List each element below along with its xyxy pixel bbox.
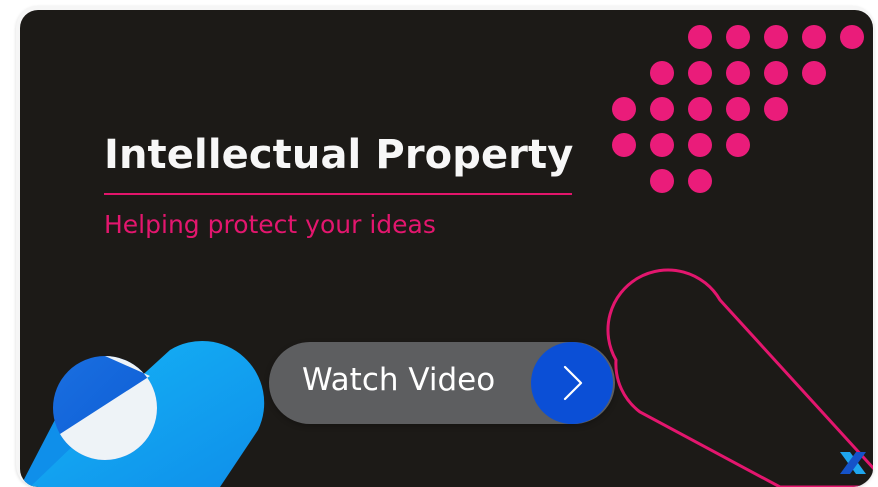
video-subtitle: Helping protect your ideas: [104, 210, 436, 239]
video-title: Intellectual Property: [104, 132, 574, 178]
video-thumbnail[interactable]: Intellectual Property Helping protect yo…: [20, 10, 873, 487]
watch-video-label: Watch Video: [302, 362, 496, 398]
watch-video-button[interactable]: Watch Video: [269, 342, 615, 424]
video-card[interactable]: Intellectual Property Helping protect yo…: [16, 6, 874, 487]
pink-dot-grid: [612, 25, 864, 193]
blue-capsule-shape: [20, 340, 265, 487]
pink-outline-ring: [606, 268, 873, 487]
title-underline: [104, 193, 572, 195]
brand-x-logo-icon: [840, 452, 866, 474]
chevron-right-icon[interactable]: [531, 342, 613, 424]
